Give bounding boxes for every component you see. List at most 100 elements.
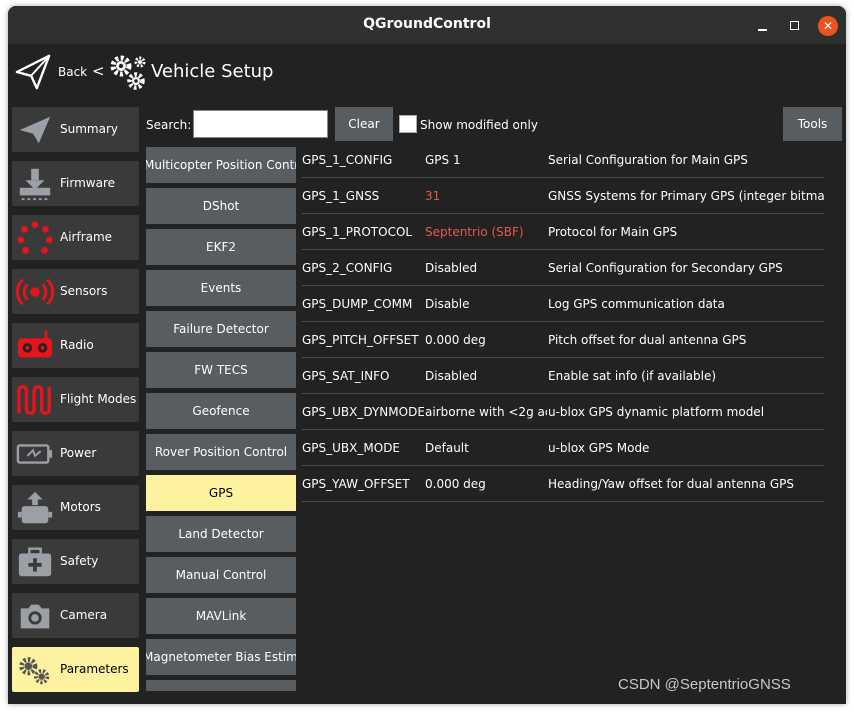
group-button-mavlink[interactable]: MAVLink xyxy=(146,598,296,634)
sidebar-item-safety[interactable]: Safety xyxy=(12,539,139,584)
watermark: CSDN @SeptentrioGNSS xyxy=(618,676,791,693)
show-modified-label: Show modified only xyxy=(420,118,538,132)
group-button-fw-tecs[interactable]: FW TECS xyxy=(146,352,296,388)
page-title: Vehicle Setup xyxy=(151,61,274,82)
param-row[interactable]: GPS_UBX_MODE Default u-blox GPS Mode xyxy=(302,430,824,466)
maximize-button[interactable] xyxy=(784,16,804,36)
param-value[interactable]: airborne with <2g acc xyxy=(425,405,547,419)
group-button-dshot[interactable]: DShot xyxy=(146,188,296,224)
group-button-land-detector[interactable]: Land Detector xyxy=(146,516,296,552)
sidebar-item-label: Firmware xyxy=(60,176,115,190)
sidebar-item-label: Motors xyxy=(60,500,101,514)
download-icon xyxy=(19,168,51,201)
param-row[interactable]: GPS_SAT_INFO Disabled Enable sat info (i… xyxy=(302,358,824,394)
back-button[interactable]: Back xyxy=(58,65,87,79)
flight-modes-icon xyxy=(17,385,51,415)
airframe-icon xyxy=(17,221,53,254)
param-description: Pitch offset for dual antenna GPS xyxy=(548,333,747,347)
camera-icon xyxy=(20,604,50,629)
title-bar: QGroundControl ✕ xyxy=(8,6,846,44)
sensors-icon xyxy=(16,278,54,306)
sidebar-item-airframe[interactable]: Airframe xyxy=(12,215,139,260)
param-description: Serial Configuration for Main GPS xyxy=(548,153,748,167)
param-row[interactable]: GPS_PITCH_OFFSET 0.000 deg Pitch offset … xyxy=(302,322,824,358)
sidebar-item-motors[interactable]: Motors xyxy=(12,485,139,530)
param-row[interactable]: GPS_DUMP_COMM Disable Log GPS communicat… xyxy=(302,286,824,322)
search-input[interactable] xyxy=(193,110,328,138)
group-button-manual-control[interactable]: Manual Control xyxy=(146,557,296,593)
sidebar-item-sensors[interactable]: Sensors xyxy=(12,269,139,314)
param-row[interactable]: GPS_YAW_OFFSET 0.000 deg Heading/Yaw off… xyxy=(302,466,824,502)
sidebar-item-flight-modes[interactable]: Flight Modes xyxy=(12,377,139,422)
sidebar-item-label: Power xyxy=(60,446,97,460)
param-row[interactable]: GPS_1_CONFIG GPS 1 Serial Configuration … xyxy=(302,142,824,178)
param-description: u-blox GPS dynamic platform model xyxy=(548,405,765,419)
clear-button[interactable]: Clear xyxy=(335,107,393,141)
tools-button[interactable]: Tools xyxy=(783,107,842,141)
param-value[interactable]: 0.000 deg xyxy=(425,477,547,491)
param-name: GPS_1_CONFIG xyxy=(302,153,393,167)
sidebar-item-label: Safety xyxy=(60,554,99,568)
sidebar-item-parameters[interactable]: Parameters xyxy=(12,647,139,692)
sidebar-item-label: Parameters xyxy=(60,662,129,676)
param-value[interactable]: 31 xyxy=(425,189,547,203)
param-description: u-blox GPS Mode xyxy=(548,441,650,455)
group-button-ekf2[interactable]: EKF2 xyxy=(146,229,296,265)
param-value[interactable]: Septentrio (SBF) xyxy=(425,225,547,239)
paper-plane-icon[interactable] xyxy=(14,53,52,91)
param-name: GPS_UBX_MODE xyxy=(302,441,401,455)
group-button-failure-detector[interactable]: Failure Detector xyxy=(146,311,296,347)
close-button[interactable]: ✕ xyxy=(818,16,838,36)
parameter-group-list[interactable]: Multicopter Position Control DShot EKF2 … xyxy=(146,147,296,691)
param-name: GPS_DUMP_COMM xyxy=(302,297,413,311)
param-description: Protocol for Main GPS xyxy=(548,225,678,239)
window-title: QGroundControl xyxy=(363,16,491,32)
param-row[interactable]: GPS_UBX_DYNMODEL airborne with <2g acc u… xyxy=(302,394,824,430)
param-name: GPS_UBX_DYNMODEL xyxy=(302,405,424,419)
group-button-partial[interactable] xyxy=(146,680,296,691)
sidebar-item-firmware[interactable]: Firmware xyxy=(12,161,139,206)
sidebar-item-power[interactable]: Power xyxy=(12,431,139,476)
gears-icon xyxy=(110,55,146,90)
sidebar-item-summary[interactable]: Summary xyxy=(12,107,139,152)
group-button-geofence[interactable]: Geofence xyxy=(146,393,296,429)
sidebar-item-label: Radio xyxy=(60,338,94,352)
param-value[interactable]: Disabled xyxy=(425,261,547,275)
sidebar-item-label: Camera xyxy=(60,608,108,622)
param-row[interactable]: GPS_1_PROTOCOL Septentrio (SBF) Protocol… xyxy=(302,214,824,250)
param-value[interactable]: GPS 1 xyxy=(425,153,547,167)
minimize-button[interactable] xyxy=(752,16,772,36)
param-value[interactable]: Default xyxy=(425,441,547,455)
battery-icon xyxy=(16,444,53,464)
param-name: GPS_1_PROTOCOL xyxy=(302,225,413,239)
param-name: GPS_2_CONFIG xyxy=(302,261,393,275)
motor-icon xyxy=(17,491,53,524)
group-button-rover-position-control[interactable]: Rover Position Control xyxy=(146,434,296,470)
sidebar-item-radio[interactable]: Radio xyxy=(12,323,139,368)
search-label: Search: xyxy=(146,118,192,132)
param-value[interactable]: 0.000 deg xyxy=(425,333,547,347)
group-button-events[interactable]: Events xyxy=(146,270,296,306)
param-description: GNSS Systems for Primary GPS (integer bi… xyxy=(548,189,824,203)
show-modified-checkbox[interactable] xyxy=(399,115,417,133)
param-description: Serial Configuration for Secondary GPS xyxy=(548,261,783,275)
header-bar: Back < Vehicle Setup xyxy=(8,44,846,106)
param-row[interactable]: GPS_1_GNSS 31 GNSS Systems for Primary G… xyxy=(302,178,824,214)
group-button-gps[interactable]: GPS xyxy=(146,475,296,511)
param-description: Heading/Yaw offset for dual antenna GPS xyxy=(548,477,795,491)
radio-icon xyxy=(17,330,53,358)
param-description: Enable sat info (if available) xyxy=(548,369,717,383)
group-button-magnetometer-bias-estimator[interactable]: Magnetometer Bias Estimator xyxy=(146,639,296,675)
paper-plane-icon xyxy=(19,116,51,144)
sidebar-item-camera[interactable]: Camera xyxy=(12,593,139,638)
param-value[interactable]: Disable xyxy=(425,297,547,311)
group-button-multicopter-position-control[interactable]: Multicopter Position Control xyxy=(146,147,296,183)
param-value[interactable]: Disabled xyxy=(425,369,547,383)
param-name: GPS_1_GNSS xyxy=(302,189,380,203)
sidebar-item-label: Flight Modes xyxy=(60,392,137,406)
param-row[interactable]: GPS_2_CONFIG Disabled Serial Configurati… xyxy=(302,250,824,286)
param-description: Log GPS communication data xyxy=(548,297,725,311)
qgc-window: QGroundControl ✕ Back < Vehicle Setup Su… xyxy=(8,6,846,704)
gears-icon xyxy=(19,657,50,685)
param-name: GPS_PITCH_OFFSET xyxy=(302,333,419,347)
